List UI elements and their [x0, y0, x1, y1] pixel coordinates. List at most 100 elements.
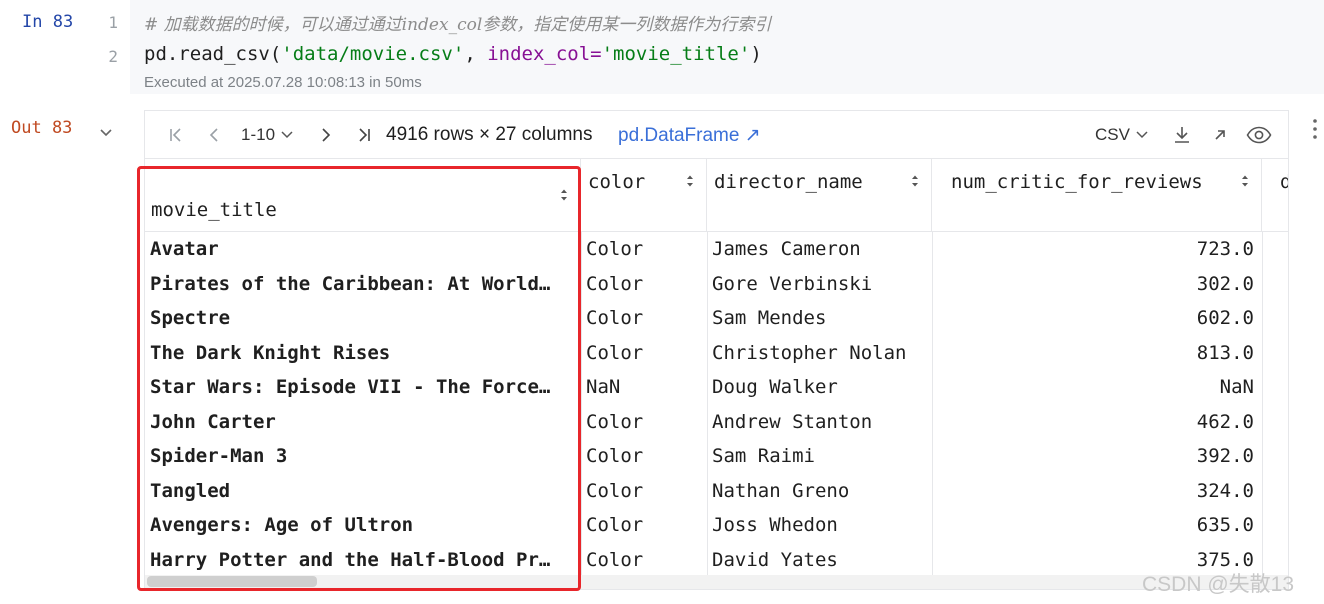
table-row: Spectre Color Sam Mendes 602.0 [145, 301, 1288, 336]
table-cell-color[interactable]: Color [586, 301, 702, 336]
table-cell-color[interactable]: Color [586, 508, 702, 543]
table-cell-director[interactable]: Sam Mendes [712, 301, 926, 336]
watermark: CSDN @失散13 [1142, 573, 1295, 596]
table-cell-color[interactable]: Color [586, 543, 702, 578]
table-cell-title[interactable]: Harry Potter and the Half-Blood Pr… [150, 543, 574, 578]
table-cell-color[interactable]: Color [586, 474, 702, 509]
table-cell-title[interactable]: The Dark Knight Rises [150, 336, 574, 371]
last-page-icon[interactable] [353, 121, 375, 149]
chevron-down-icon [281, 131, 293, 139]
column-header-label: num_critic_for_reviews [951, 171, 1203, 193]
table-cell-director[interactable]: Doug Walker [712, 370, 926, 405]
table-cell-color[interactable]: NaN [586, 370, 702, 405]
scrollbar-thumb[interactable] [147, 576, 317, 587]
column-header-label: director_name [714, 171, 863, 193]
column-header-director-name[interactable]: director_name [707, 159, 932, 231]
table-cell-critic[interactable]: 302.0 [937, 267, 1254, 302]
table-cell-title[interactable]: Pirates of the Caribbean: At World… [150, 267, 574, 302]
open-in-new-icon[interactable] [1209, 121, 1231, 149]
table-header-row: movie_title color director_name num_crit… [145, 159, 1288, 232]
line-number: 2 [108, 47, 118, 66]
export-format-dropdown[interactable]: CSV [1095, 121, 1155, 149]
table-row: Tangled Color Nathan Greno 324.0 [145, 474, 1288, 509]
more-options-icon[interactable] [1306, 117, 1324, 143]
dataframe-toolbar: 1-10 4916 rows × 27 columns pd.DataFrame… [144, 110, 1289, 158]
table-cell-critic[interactable]: 723.0 [937, 232, 1254, 267]
previous-page-icon[interactable] [203, 121, 225, 149]
table-cell-director[interactable]: Sam Raimi [712, 439, 926, 474]
dataframe-shape: 4916 rows × 27 columns [386, 124, 593, 145]
table-cell-color[interactable]: Color [586, 439, 702, 474]
table-row: Harry Potter and the Half-Blood Pr… Color… [145, 543, 1288, 578]
table-row: Avengers: Age of Ultron Color Joss Whedon 6… [145, 508, 1288, 543]
eye-icon[interactable] [1244, 121, 1274, 149]
page-size-dropdown[interactable]: 1-10 [241, 121, 303, 149]
export-format-label: CSV [1095, 125, 1130, 144]
table-cell-director[interactable]: Andrew Stanton [712, 405, 926, 440]
column-header-next[interactable]: d [1262, 159, 1288, 231]
column-header-color[interactable]: color [581, 159, 707, 231]
table-cell-color[interactable]: Color [586, 232, 702, 267]
table-cell-critic[interactable]: NaN [937, 370, 1254, 405]
table-cell-critic[interactable]: 813.0 [937, 336, 1254, 371]
first-page-icon[interactable] [165, 121, 187, 149]
dataframe-type-link[interactable]: pd.DataFrame ↗ [618, 124, 761, 147]
column-header-label: d [1280, 171, 1288, 193]
column-header-movie-title[interactable]: movie_title [145, 159, 581, 231]
table-cell-director[interactable]: Joss Whedon [712, 508, 926, 543]
table-cell-critic[interactable]: 392.0 [937, 439, 1254, 474]
sort-icon [1242, 175, 1248, 187]
code-comment: # 加载数据的时候，可以通过通过index_col参数，指定使用某一列数据作为行… [144, 15, 772, 35]
table-row: The Dark Knight Rises Color Christopher No… [145, 336, 1288, 371]
next-page-icon[interactable] [315, 121, 337, 149]
table-cell-title[interactable]: Star Wars: Episode VII - The Force… [150, 370, 574, 405]
chevron-down-icon [1136, 131, 1148, 139]
table-row: Star Wars: Episode VII - The Force… NaN Do… [145, 370, 1288, 405]
table-cell-director[interactable]: David Yates [712, 543, 926, 578]
download-icon[interactable] [1170, 121, 1194, 149]
table-cell-title[interactable]: John Carter [150, 405, 574, 440]
table-row: Avatar Color James Cameron 723.0 [145, 232, 1288, 267]
table-cell-director[interactable]: James Cameron [712, 232, 926, 267]
table-row: Pirates of the Caribbean: At World… Color… [145, 267, 1288, 302]
sort-icon [687, 175, 693, 187]
table-cell-critic[interactable]: 602.0 [937, 301, 1254, 336]
line-number: 1 [108, 13, 118, 32]
column-header-label: color [588, 171, 646, 193]
sort-icon [561, 189, 567, 201]
input-cell-label: In 83 [22, 12, 74, 32]
table-cell-critic[interactable]: 635.0 [937, 508, 1254, 543]
column-header-num-critic-for-reviews[interactable]: num_critic_for_reviews [932, 159, 1262, 231]
table-cell-color[interactable]: Color [586, 405, 702, 440]
table-cell-title[interactable]: Avengers: Age of Ultron [150, 508, 574, 543]
table-cell-director[interactable]: Gore Verbinski [712, 267, 926, 302]
code-func: pd.read_csv( [144, 43, 282, 65]
execution-status: Executed at 2025.07.28 10:08:13 in 50ms [144, 74, 422, 91]
table-cell-title[interactable]: Spectre [150, 301, 574, 336]
table-cell-color[interactable]: Color [586, 267, 702, 302]
table-cell-title[interactable]: Avatar [150, 232, 574, 267]
code-string: 'data/movie.csv' [281, 43, 465, 65]
code-keyword: index_col= [487, 43, 602, 65]
table-row: John Carter Color Andrew Stanton 462.0 [145, 405, 1288, 440]
code-line: pd.read_csv('data/movie.csv', index_col=… [144, 43, 762, 65]
table-cell-critic[interactable]: 462.0 [937, 405, 1254, 440]
code-separator: , [464, 43, 488, 65]
table-cell-director[interactable]: Christopher Nolan [712, 336, 926, 371]
code-close: ) [750, 43, 762, 65]
dataframe-table: movie_title color director_name num_crit… [144, 158, 1289, 590]
horizontal-scrollbar[interactable] [145, 575, 1288, 589]
table-row: Spider-Man 3 Color Sam Raimi 392.0 [145, 439, 1288, 474]
table-cell-critic[interactable]: 324.0 [937, 474, 1254, 509]
sort-icon [912, 175, 918, 187]
table-cell-color[interactable]: Color [586, 336, 702, 371]
output-cell-label: Out 83 [11, 118, 73, 138]
page-range-label: 1-10 [241, 125, 276, 144]
code-string: 'movie_title' [601, 43, 751, 65]
chevron-down-icon[interactable] [98, 126, 114, 140]
table-cell-title[interactable]: Tangled [150, 474, 574, 509]
column-header-label: movie_title [151, 199, 277, 221]
code-editor[interactable]: # 加载数据的时候，可以通过通过index_col参数，指定使用某一列数据作为行… [130, 0, 1324, 94]
table-cell-title[interactable]: Spider-Man 3 [150, 439, 574, 474]
table-cell-director[interactable]: Nathan Greno [712, 474, 926, 509]
